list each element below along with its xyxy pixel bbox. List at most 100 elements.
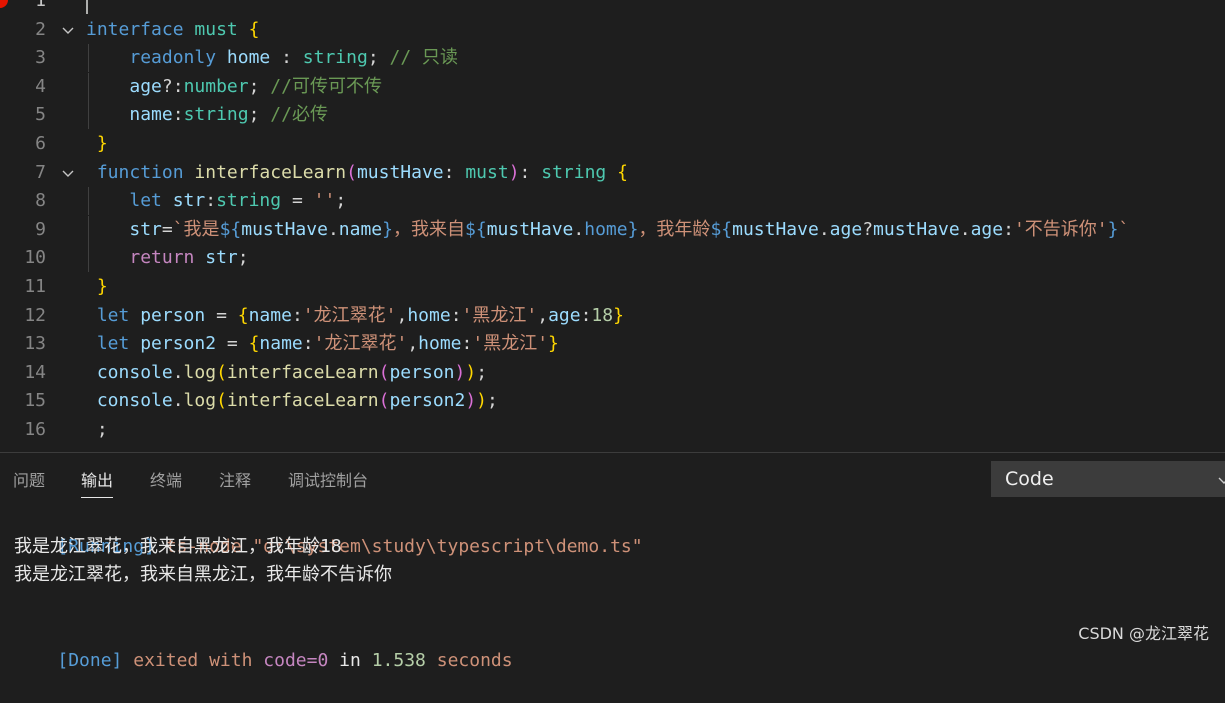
code-line[interactable]: 1 xyxy=(0,0,1225,15)
code-token: ) xyxy=(454,361,466,383)
seconds-text: seconds xyxy=(436,650,513,671)
code-token: interface xyxy=(86,18,184,40)
code-line[interactable]: 3 readonly home : string; // 只读 xyxy=(0,44,1225,73)
code-token: { xyxy=(248,18,260,40)
code-token: ; xyxy=(367,47,390,69)
code-token: = xyxy=(281,190,314,212)
code-token: } xyxy=(548,333,559,355)
watermark: CSDN @龙江翠花 xyxy=(1078,624,1209,643)
code-token: ; xyxy=(476,361,488,383)
code-line[interactable]: 14 console.log(interfaceLearn(person)); xyxy=(0,359,1225,387)
code-line[interactable]: 6 } xyxy=(0,130,1225,158)
code-token: home xyxy=(418,333,462,355)
code-token: ，我年龄 xyxy=(638,218,711,240)
code-line[interactable]: 11 } xyxy=(0,273,1225,301)
line-number: 15 xyxy=(24,390,46,412)
line-number: 14 xyxy=(24,361,46,383)
code-token: interfaceLearn xyxy=(226,361,379,383)
code-token: age xyxy=(548,304,581,326)
code-line[interactable]: 7 function interfaceLearn(mustHave: must… xyxy=(0,159,1225,187)
code-token: : xyxy=(1003,218,1014,240)
code-token: string xyxy=(541,161,607,183)
tab-problems[interactable]: 问题 xyxy=(13,467,45,495)
code-token: , xyxy=(407,333,419,355)
code-token: console xyxy=(96,390,173,412)
code-text: readonly home : string; // 只读 xyxy=(86,44,458,72)
in-text: in xyxy=(339,650,361,671)
code-token: ( xyxy=(216,390,227,412)
code-line[interactable]: 12 let person = {name:'龙江翠花',home:'黑龙江',… xyxy=(0,302,1225,330)
code-token: ; xyxy=(248,104,271,126)
output-line-running: [Running] ts-node "d:\system\study\types… xyxy=(14,505,642,557)
code-token: . xyxy=(959,218,971,240)
code-token: ${ xyxy=(710,218,733,240)
code-token: : xyxy=(519,161,542,183)
code-token: ; xyxy=(487,390,498,412)
code-token: ?: xyxy=(161,75,184,97)
tab-output[interactable]: 输出 xyxy=(81,467,114,498)
code-token: name xyxy=(248,304,292,326)
code-token: : xyxy=(270,47,303,69)
line-number: 10 xyxy=(24,247,46,269)
code-token: '龙江翠花' xyxy=(302,304,397,326)
code-token: mustHave xyxy=(486,218,574,240)
code-text: let str:string = ''; xyxy=(86,187,346,215)
code-line[interactable]: 2 interface must { xyxy=(0,16,1225,44)
tab-comments[interactable]: 注释 xyxy=(219,467,251,495)
code-token: log xyxy=(183,361,217,383)
code-token: : xyxy=(302,333,314,355)
code-token: = xyxy=(205,304,238,326)
code-token: log xyxy=(183,390,217,412)
code-token: ) xyxy=(476,390,488,412)
code-token: home xyxy=(584,218,628,240)
code-token: must xyxy=(465,161,509,183)
code-token: person xyxy=(389,361,455,383)
code-line[interactable]: 13 let person2 = {name:'龙江翠花',home:'黑龙江'… xyxy=(0,330,1225,358)
tab-terminal[interactable]: 终端 xyxy=(150,467,182,495)
code-token: person2 xyxy=(140,333,217,355)
code-token: ，我来自 xyxy=(393,218,465,240)
panel-tabs: 问题 输出 终端 注释 调试控制台 xyxy=(0,453,980,499)
output-channel-select[interactable]: Code xyxy=(991,461,1225,497)
code-token: } xyxy=(96,276,108,297)
tab-debug-console[interactable]: 调试控制台 xyxy=(288,467,368,495)
code-token: '' xyxy=(313,190,336,212)
code-token: , xyxy=(537,304,549,326)
code-token: must xyxy=(194,18,238,40)
code-editor[interactable]: 1 2 interface must {3 readonly home : stri… xyxy=(0,0,1225,452)
code-token: 18 xyxy=(591,304,614,326)
code-token: : xyxy=(461,333,473,355)
bottom-panel: 问题 输出 终端 注释 调试控制台 Code [Running] ts-node… xyxy=(0,452,1225,671)
code-line[interactable]: 16 ; xyxy=(0,416,1225,444)
code-line[interactable]: 5 name:string; //必传 xyxy=(0,101,1225,130)
code-line[interactable]: 8 let str:string = ''; xyxy=(0,187,1225,216)
done-tag: [Done] xyxy=(57,650,123,671)
code-token: person2 xyxy=(389,390,466,412)
code-line[interactable]: 15 console.log(interfaceLearn(person2)); xyxy=(0,387,1225,415)
code-token: , xyxy=(396,304,408,326)
code-line[interactable]: 4 age?:number; //可传可不传 xyxy=(0,72,1225,101)
code-token: '不告诉你' xyxy=(1013,218,1108,240)
fold-chevron-icon[interactable] xyxy=(60,159,76,187)
code-token: ? xyxy=(862,218,874,240)
code-token: interfaceLearn xyxy=(226,390,379,412)
code-token: . xyxy=(818,218,830,240)
code-token: ; xyxy=(335,190,347,212)
fold-chevron-icon[interactable] xyxy=(60,16,76,44)
code-token: console xyxy=(96,361,173,383)
code-token: age xyxy=(829,218,863,240)
code-line[interactable]: 10 return str; xyxy=(0,244,1225,273)
code-token: return xyxy=(129,247,195,269)
code-token: . xyxy=(573,218,585,240)
code-text: ; xyxy=(86,416,108,444)
code-line[interactable]: 9 str=`我是${mustHave.name}，我来自${mustHave.… xyxy=(0,215,1225,244)
line-number: 2 xyxy=(35,18,46,40)
